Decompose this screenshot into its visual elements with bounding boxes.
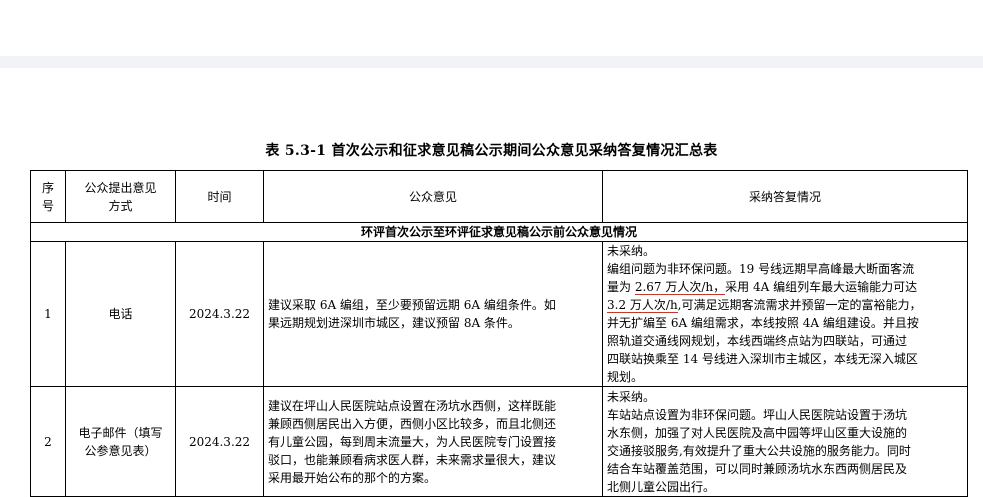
opinion-line: 采用最开始公布的那个的方案。 [268,470,437,485]
header-method-line1: 公众提出意见 [84,180,157,195]
row-reply: 未采纳。 车站站点设置为非环保问题。坪山人民医院站设置于汤坑 水东侧，加强了对人… [602,386,968,497]
reply-text: 量为 [607,280,635,294]
reply-line: 量为 2.67 万人次/h，采用 4A 编组列车最大运输能力可达 [607,278,963,296]
row-method: 电子邮件（填写 公参意见表） [65,386,176,497]
top-band [0,0,983,56]
reply-status: 未采纳。 [607,244,656,258]
reply-line: 结合车站覆盖范围，可以同时兼顾汤坑水东西两侧居民及 [607,461,908,476]
row-opinion: 建议在坪山人民医院站点设置在汤坑水西侧，这样既能 兼顾西侧居民出入方便，西侧小区… [263,386,603,497]
toolbar-strip [0,56,983,68]
row-time: 2024.3.22 [175,386,264,497]
reply-line: 水东侧，加强了对人民医院及高中园等坪山区重大设施的 [607,425,908,440]
header-opinion: 公众意见 [263,170,603,223]
row-method: 电话 [65,241,176,387]
row-opinion: 建议采取 6A 编组，至少要预留远期 6A 编组条件。如 果远期规划进深圳市城区… [263,241,603,387]
header-index: 序 号 [30,170,66,223]
table-row: 2 电子邮件（填写 公参意见表） 2024.3.22 建议在坪山人民医院站点设置… [30,386,968,497]
reply-line: 编组问题为非环保问题。19 号线远期早高峰最大断面客流 [607,262,915,276]
header-index-line1: 序 [41,180,54,195]
table-title: 表 5.3-1 首次公示和征求意见稿公示期间公众意见采纳答复情况汇总表 [265,143,718,159]
underlined-value: 3.2 万人次/h [607,298,678,313]
opinion-line: 果远期规划进深圳市城区，建议预留 8A 条件。 [268,316,520,330]
reply-text: 采用 4A 编组列车最大运输能力可达 [725,280,918,294]
reply-line: 交通接驳服务,有效提升了重大公共设施的服务能力。同时 [607,443,911,458]
opinion-line: 建议采取 6A 编组，至少要预留远期 6A 编组条件。如 [268,298,556,312]
opinion-line: 有儿童公园，每到周末流量大，为人民医院专门设置接 [268,434,557,449]
row-reply: 未采纳。 编组问题为非环保问题。19 号线远期早高峰最大断面客流 量为 2.67… [602,241,968,387]
reply-line: 四联站换乘至 14 号线进入深圳市主城区，本线无深入城区 [607,352,918,366]
row-index: 2 [30,386,66,497]
row-time: 2024.3.22 [175,241,264,387]
header-index-line2: 号 [41,198,54,213]
summary-table: 序 号 公众提出意见 方式 时间 公众意见 采纳答复情况 环评首次公示至环评征求… [30,170,968,497]
underlined-value: 2.67 万人次/h， [634,280,726,295]
opinion-line: 兼顾西侧居民出入方便，西侧小区比较多，而且北侧还 [268,416,557,431]
table-row: 1 电话 2024.3.22 建议采取 6A 编组，至少要预留远期 6A 编组条… [30,241,968,387]
opinion-line: 建议在坪山人民医院站点设置在汤坑水西侧，这样既能 [268,398,557,413]
reply-line: 北侧儿童公园出行。 [607,479,716,494]
header-method: 公众提出意见 方式 [65,170,176,223]
section-title: 环评首次公示至环评征求意见稿公示前公众意见情况 [30,222,968,242]
reply-line: 并无扩编至 6A 编组需求，本线按照 4A 编组建设。并且按 [607,316,919,330]
reply-line: 照轨道交通线网规划，本线西端终点站为四联站，可通过 [607,334,908,348]
method-line1: 电子邮件（填写 [78,425,163,440]
reply-text: ,可满足远期客流需求并预留一定的富裕能力， [677,298,922,312]
reply-line: 车站站点设置为非环保问题。坪山人民医院站设置于汤坑 [607,407,908,422]
reply-line: 3.2 万人次/h,可满足远期客流需求并预留一定的富裕能力， [607,296,963,314]
reply-line: 规划。 [607,370,644,384]
header-time: 时间 [175,170,264,223]
header-reply: 采纳答复情况 [602,170,968,223]
method-line2: 公参意见表） [84,443,157,458]
header-method-line2: 方式 [108,198,133,213]
row-index: 1 [30,241,66,387]
header-row: 序 号 公众提出意见 方式 时间 公众意见 采纳答复情况 [30,170,968,223]
reply-status: 未采纳。 [607,389,656,404]
section-row: 环评首次公示至环评征求意见稿公示前公众意见情况 [30,222,968,242]
opinion-line: 驳口，也能兼顾看病求医人群，未来需求量很大，建议 [268,452,557,467]
